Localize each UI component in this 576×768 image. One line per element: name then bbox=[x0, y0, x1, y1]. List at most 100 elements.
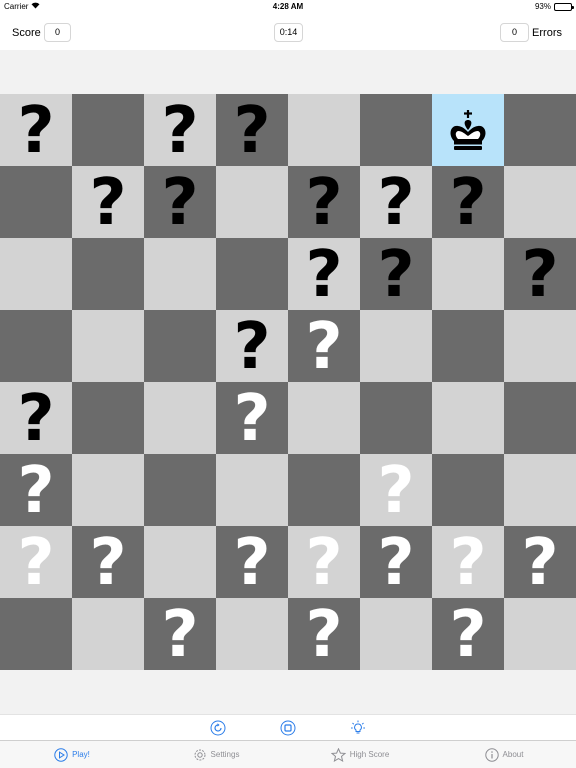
board-square[interactable] bbox=[504, 454, 576, 526]
question-mark-black: ? bbox=[449, 166, 487, 240]
board-square[interactable]: ? bbox=[360, 238, 432, 310]
restart-icon[interactable] bbox=[210, 720, 226, 736]
board-square[interactable] bbox=[216, 238, 288, 310]
board-square[interactable]: ? bbox=[360, 454, 432, 526]
battery-indicator: 93% bbox=[534, 2, 574, 11]
board-square[interactable] bbox=[360, 382, 432, 454]
board-square[interactable] bbox=[432, 454, 504, 526]
board-square[interactable] bbox=[144, 526, 216, 598]
battery-percent: 93% bbox=[534, 2, 551, 11]
action-bar bbox=[0, 714, 576, 740]
board-square[interactable] bbox=[72, 94, 144, 166]
board-square[interactable]: ? bbox=[288, 166, 360, 238]
board-square[interactable] bbox=[288, 94, 360, 166]
board-square[interactable] bbox=[0, 166, 72, 238]
board-square[interactable] bbox=[144, 382, 216, 454]
question-mark-white: ? bbox=[305, 598, 343, 672]
board-square[interactable] bbox=[216, 598, 288, 670]
board-square[interactable] bbox=[216, 454, 288, 526]
board-square[interactable]: ? bbox=[0, 526, 72, 598]
question-mark-black: ? bbox=[233, 94, 271, 168]
question-mark-white: ? bbox=[89, 526, 127, 600]
board-square[interactable] bbox=[144, 238, 216, 310]
board-square[interactable]: ? bbox=[432, 526, 504, 598]
tab-settings[interactable]: Settings bbox=[144, 741, 288, 768]
board-square[interactable]: ? bbox=[216, 94, 288, 166]
board-square[interactable]: ? bbox=[360, 166, 432, 238]
board-square[interactable]: ? bbox=[288, 526, 360, 598]
board-square[interactable] bbox=[288, 454, 360, 526]
board-square[interactable] bbox=[432, 382, 504, 454]
board-square[interactable]: ? bbox=[0, 382, 72, 454]
board-square[interactable]: ? bbox=[216, 310, 288, 382]
board-square[interactable] bbox=[360, 310, 432, 382]
tab-about[interactable]: About bbox=[432, 741, 576, 768]
board-square[interactable]: ? bbox=[144, 94, 216, 166]
score-field: 0 bbox=[44, 23, 71, 42]
board-square[interactable] bbox=[72, 598, 144, 670]
board-square[interactable] bbox=[288, 382, 360, 454]
board-square[interactable] bbox=[504, 166, 576, 238]
tab-bar: Play! Settings High Score About bbox=[0, 740, 576, 768]
board-square[interactable]: ? bbox=[504, 238, 576, 310]
board-square[interactable]: ? bbox=[432, 166, 504, 238]
board-square[interactable] bbox=[72, 238, 144, 310]
tab-high-score-label: High Score bbox=[349, 750, 390, 759]
question-mark-black: ? bbox=[17, 94, 55, 168]
board-square[interactable] bbox=[504, 598, 576, 670]
score-label: Score bbox=[12, 27, 41, 39]
board-square[interactable]: ? bbox=[288, 598, 360, 670]
board-square[interactable]: ? bbox=[504, 526, 576, 598]
board-square[interactable] bbox=[216, 166, 288, 238]
hint-bulb-icon[interactable] bbox=[350, 720, 366, 736]
board-square[interactable] bbox=[72, 310, 144, 382]
question-mark-white: ? bbox=[377, 454, 415, 528]
question-mark-black: ? bbox=[305, 166, 343, 240]
question-mark-white: ? bbox=[305, 526, 343, 600]
errors-field: 0 bbox=[500, 23, 529, 42]
board-square[interactable]: ? bbox=[288, 238, 360, 310]
board-square[interactable] bbox=[72, 454, 144, 526]
question-mark-white: ? bbox=[233, 382, 271, 456]
board-square[interactable]: ? bbox=[288, 310, 360, 382]
timer-field: 0:14 bbox=[274, 23, 303, 42]
board-square[interactable] bbox=[504, 382, 576, 454]
board-square[interactable]: ? bbox=[216, 382, 288, 454]
question-mark-white: ? bbox=[17, 454, 55, 528]
board-square[interactable]: ? bbox=[216, 526, 288, 598]
board-square[interactable]: ? bbox=[144, 166, 216, 238]
king-piece-icon bbox=[446, 108, 490, 152]
board-top-margin bbox=[0, 50, 576, 94]
board-square[interactable] bbox=[360, 598, 432, 670]
board-square[interactable]: ? bbox=[432, 598, 504, 670]
board-square[interactable] bbox=[144, 454, 216, 526]
board-square[interactable]: ? bbox=[360, 526, 432, 598]
stop-icon[interactable] bbox=[280, 720, 296, 736]
board-square[interactable] bbox=[0, 310, 72, 382]
board-square[interactable]: ? bbox=[0, 94, 72, 166]
board-square[interactable]: ? bbox=[144, 598, 216, 670]
board-square[interactable] bbox=[432, 238, 504, 310]
board-square[interactable]: ? bbox=[0, 454, 72, 526]
board-square[interactable] bbox=[504, 94, 576, 166]
question-mark-white: ? bbox=[161, 598, 199, 672]
board-square[interactable]: ? bbox=[72, 166, 144, 238]
board-square[interactable] bbox=[360, 94, 432, 166]
board-square[interactable] bbox=[432, 94, 504, 166]
question-mark-white: ? bbox=[449, 598, 487, 672]
errors-label: Errors bbox=[532, 27, 562, 39]
board-square[interactable] bbox=[432, 310, 504, 382]
question-mark-white: ? bbox=[449, 526, 487, 600]
tab-high-score[interactable]: High Score bbox=[288, 741, 432, 768]
board-square[interactable] bbox=[0, 238, 72, 310]
tab-play[interactable]: Play! bbox=[0, 741, 144, 768]
question-mark-black: ? bbox=[161, 166, 199, 240]
board-square[interactable]: ? bbox=[72, 526, 144, 598]
board-square[interactable] bbox=[72, 382, 144, 454]
question-mark-black: ? bbox=[233, 310, 271, 384]
question-mark-black: ? bbox=[377, 166, 415, 240]
gear-icon bbox=[193, 748, 207, 762]
board-square[interactable] bbox=[0, 598, 72, 670]
board-square[interactable] bbox=[504, 310, 576, 382]
board-square[interactable] bbox=[144, 310, 216, 382]
